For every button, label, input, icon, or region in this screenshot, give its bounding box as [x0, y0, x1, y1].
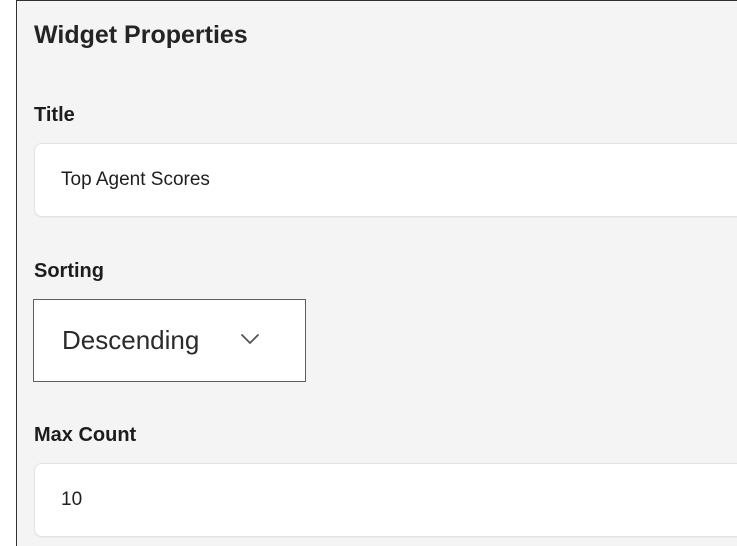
widget-properties-panel: Widget Properties Title Sorting Descendi… [16, 0, 737, 546]
sorting-select[interactable]: Descending [33, 299, 306, 382]
max-count-input[interactable] [34, 463, 737, 537]
max-count-field-label: Max Count [34, 424, 137, 446]
chevron-down-icon [241, 334, 259, 344]
title-field-label: Title [34, 104, 75, 126]
title-input[interactable] [34, 143, 737, 217]
sorting-field-label: Sorting [34, 260, 104, 282]
panel-title: Widget Properties [34, 21, 248, 49]
sorting-selected-value: Descending [62, 325, 200, 355]
